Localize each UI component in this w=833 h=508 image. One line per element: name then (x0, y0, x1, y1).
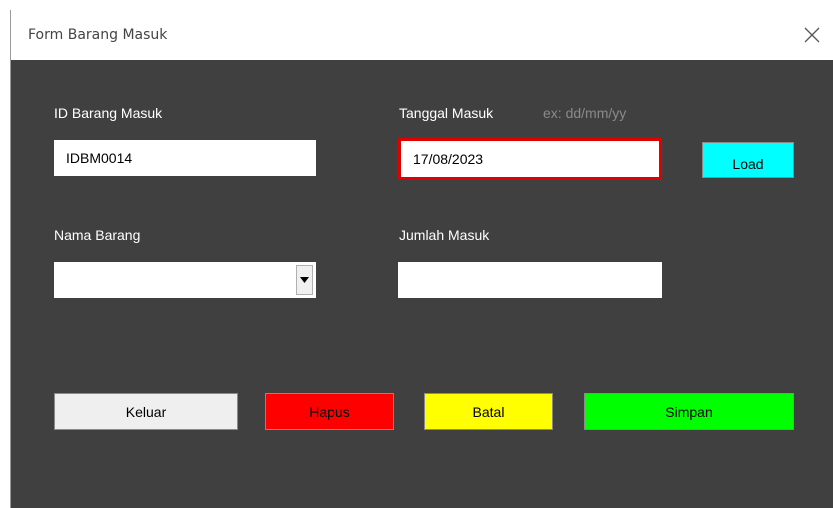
tanggal-format-hint: ex: dd/mm/yy (543, 105, 627, 121)
id-barang-masuk-label: ID Barang Masuk (54, 105, 163, 121)
chevron-down-icon (300, 277, 309, 283)
nama-barang-label: Nama Barang (54, 227, 141, 243)
jumlah-masuk-input[interactable] (398, 262, 662, 298)
batal-button[interactable]: Batal (424, 393, 553, 430)
batal-button-label: Batal (472, 403, 505, 420)
title-bar: Form Barang Masuk (11, 10, 833, 60)
simpan-button[interactable]: Simpan (584, 393, 794, 430)
tanggal-masuk-label: Tanggal Masuk (399, 105, 494, 121)
window-title: Form Barang Masuk (28, 27, 168, 43)
close-icon (804, 27, 820, 43)
keluar-button-label: Keluar (125, 403, 167, 420)
tanggal-masuk-input[interactable]: 17/08/2023 (398, 138, 662, 180)
form-barang-masuk-window: Form Barang Masuk ID Barang Masuk IDBM00… (10, 10, 833, 508)
simpan-button-label: Simpan (665, 403, 713, 420)
tanggal-masuk-value: 17/08/2023 (413, 151, 484, 167)
hapus-button[interactable]: Hapus (265, 393, 394, 430)
close-button[interactable] (791, 10, 833, 60)
nama-barang-dropdown-button[interactable] (296, 265, 313, 295)
load-button[interactable]: Load (702, 142, 794, 178)
jumlah-masuk-label: Jumlah Masuk (399, 227, 490, 243)
id-barang-masuk-input[interactable]: IDBM0014 (54, 140, 316, 176)
nama-barang-select[interactable] (54, 262, 316, 298)
id-barang-masuk-value: IDBM0014 (66, 150, 133, 166)
hapus-button-label: Hapus (309, 403, 350, 420)
keluar-button[interactable]: Keluar (54, 393, 238, 430)
load-button-label: Load (732, 156, 764, 172)
